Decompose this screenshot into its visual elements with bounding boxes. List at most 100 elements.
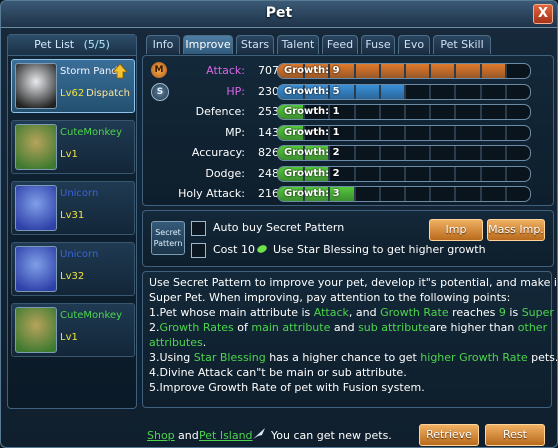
growth-segment-divider [378, 64, 381, 78]
pet-window: Pet X Pet List (5/5) Storm Panda Lv62 Disp… [0, 0, 558, 448]
info-line: attributes. [149, 336, 207, 349]
growth-segment-divider [454, 166, 457, 181]
window-title: Pet [265, 5, 293, 21]
growth-bar: Growth: 5 [277, 83, 531, 100]
secret-pattern-icon: Secret Pattern [151, 221, 185, 255]
stat-row: Dodge: 248 Growth: 2 [143, 164, 553, 184]
growth-segment-divider [429, 105, 432, 119]
star-blessing-icon [257, 245, 267, 253]
growth-segment-divider [404, 105, 406, 119]
stat-label: Holy Attack: [178, 187, 245, 200]
and-text: and [178, 429, 199, 442]
growth-bar: Growth: 1 [277, 104, 531, 120]
growth-segment-divider [479, 187, 482, 201]
pet-name: CuteMonkey [60, 127, 122, 138]
pet-level: Lv31 [60, 210, 85, 221]
tab-feed[interactable]: Feed [322, 35, 358, 54]
secret-pattern-panel: Secret Pattern Auto buy Secret Pattern C… [142, 210, 554, 267]
growth-segment-divider [504, 64, 507, 78]
stat-value: 216 [258, 187, 279, 200]
info-line: 1.Pet whose main attribute is Attack, an… [149, 306, 557, 319]
pet-list-item[interactable]: Storm Panda Lv62 Dispatch [11, 59, 135, 113]
pet-level: Lv62 [60, 88, 85, 99]
growth-label: Growth: 5 [284, 85, 340, 97]
growth-label: Growth: 2 [284, 147, 340, 158]
growth-segment-divider [429, 64, 432, 78]
growth-bar: Growth: 3 [277, 186, 531, 202]
pet-list-count: (5/5) [83, 38, 110, 51]
star-blessing-label: Use Star Blessing to get higher growth [273, 243, 486, 256]
stat-label: Attack: [206, 64, 245, 77]
rest-button[interactable]: Rest [485, 424, 545, 446]
pet-list-item[interactable]: Unicorn Lv32 [11, 242, 135, 296]
growth-segment-divider [353, 64, 356, 78]
info-line: 3.Using Star Blessing has a higher chanc… [149, 351, 558, 364]
stat-row: Holy Attack: 216 Growth: 3 [143, 184, 553, 204]
close-button[interactable]: X [533, 4, 553, 24]
growth-segment-divider [378, 187, 381, 201]
stat-row: MP: 1431 Growth: 1 [143, 123, 553, 143]
growth-label: Growth: 1 [284, 126, 340, 138]
tab-evo[interactable]: Evo [398, 35, 430, 54]
pet-list-header: Pet List (5/5) [8, 35, 136, 56]
secret-pattern-icon-text: Secret Pattern [153, 228, 183, 248]
imp-button[interactable]: Imp [429, 219, 483, 241]
growth-segment-divider [353, 84, 356, 99]
stat-value: 707 [258, 64, 279, 77]
growth-segment-divider [429, 84, 432, 99]
pet-level: Lv32 [60, 271, 85, 282]
tab-pet-skill[interactable]: Pet Skill [433, 35, 491, 54]
growth-segment-divider [479, 166, 482, 181]
growth-segment-divider [353, 125, 356, 140]
growth-segment-divider [353, 105, 356, 119]
info-panel: Use Secret Pattern to improve your pet, … [142, 271, 558, 408]
tab-info[interactable]: Info [146, 35, 180, 54]
stat-value: 248 [258, 166, 279, 180]
growth-segment-divider [378, 125, 381, 140]
growth-segment-divider [504, 146, 507, 160]
auto-buy-checkbox[interactable] [191, 221, 206, 236]
growth-segment-divider [429, 187, 432, 201]
monkey-avatar [15, 124, 57, 170]
growth-segment-divider [404, 64, 406, 78]
growth-segment-divider [429, 125, 432, 140]
growth-segment-divider [353, 146, 356, 160]
pet-list-item[interactable]: CuteMonkey Lv1 [11, 303, 135, 357]
info-line: Use Secret Pattern to improve your pet, … [149, 276, 558, 289]
growth-segment-divider [504, 125, 507, 140]
tab-improve[interactable]: Improve [183, 35, 233, 54]
pet-list-item[interactable]: Unicorn Lv31 [11, 181, 135, 235]
growth-bar: Growth: 2 [277, 165, 531, 182]
pet-island-link[interactable]: Pet Island [199, 429, 253, 442]
growth-segment-divider [504, 187, 507, 201]
pet-name: Unicorn [60, 188, 99, 199]
pet-list-panel: Pet List (5/5) Storm Panda Lv62 Dispatch Cu… [7, 34, 137, 409]
tab-fuse[interactable]: Fuse [361, 35, 395, 54]
growth-segment-divider [479, 84, 482, 99]
tab-stars[interactable]: Stars [236, 35, 274, 54]
pet-name: Unicorn [60, 249, 99, 260]
growth-segment-divider [479, 146, 482, 160]
growth-segment-divider [454, 187, 457, 201]
growth-segment-divider [378, 84, 381, 99]
tab-talent[interactable]: Talent [277, 35, 319, 54]
monkey-avatar [15, 307, 57, 353]
mass-imp-button[interactable]: Mass Imp. [487, 219, 545, 241]
shop-link[interactable]: Shop [147, 429, 175, 442]
growth-segment-divider [429, 166, 432, 181]
growth-bar: Growth: 2 [277, 145, 531, 161]
stat-label: Defence: [195, 105, 245, 118]
star-blessing-checkbox[interactable] [191, 243, 206, 258]
growth-bar: Growth: 9 [277, 63, 531, 79]
retrieve-button[interactable]: Retrieve [419, 424, 479, 446]
stat-row: Defence: 253 Growth: 1 [143, 102, 553, 122]
pet-list-title: Pet List [34, 38, 75, 51]
info-line: 2.Growth Rates of main attribute and sub… [149, 321, 548, 334]
growth-label: Growth: 9 [284, 65, 340, 76]
growth-segment-divider [504, 166, 507, 181]
growth-segment-divider [479, 64, 482, 78]
stat-label: HP: [226, 84, 245, 98]
pet-list-item[interactable]: CuteMonkey Lv1 [11, 120, 135, 174]
growth-segment-divider [429, 146, 432, 160]
stat-row: M Attack: 707 Growth: 9 [143, 61, 553, 81]
